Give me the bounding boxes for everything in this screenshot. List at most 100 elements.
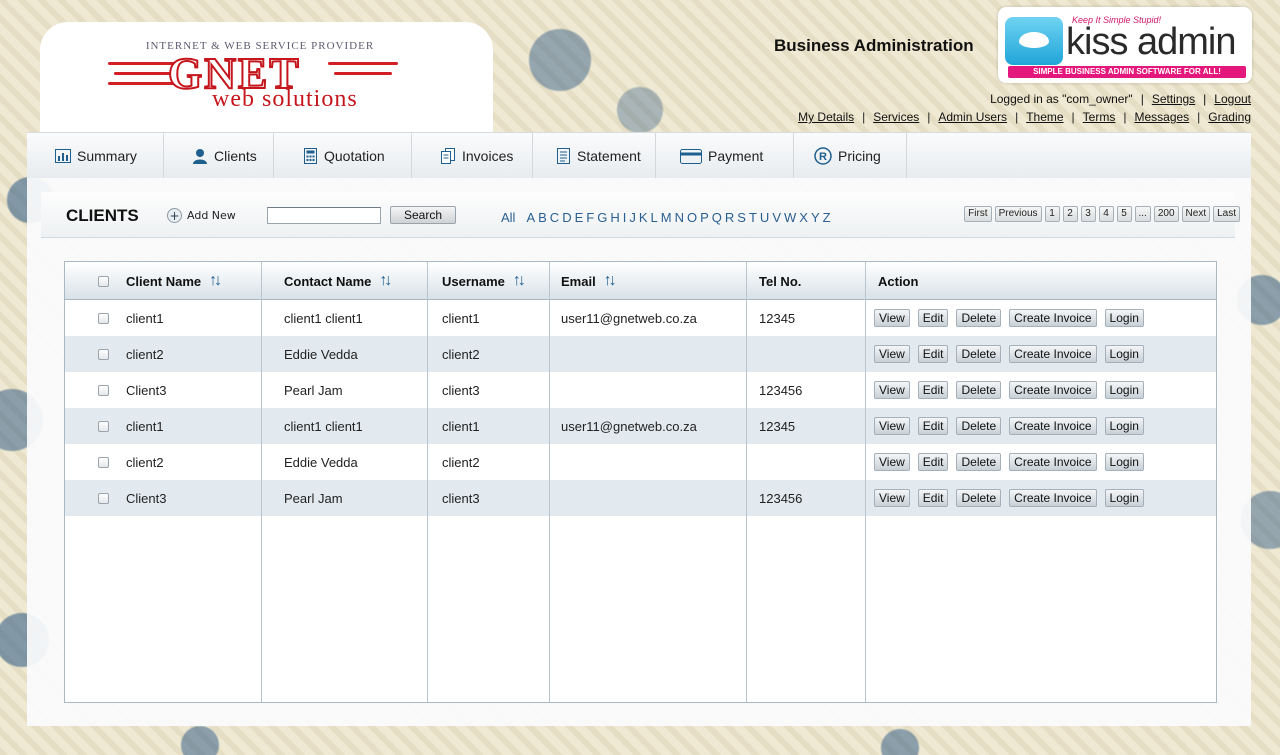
alpha-filter-i[interactable]: I — [623, 210, 627, 225]
tab-pricing[interactable]: R Pricing — [794, 133, 907, 179]
create-invoice-button[interactable]: Create Invoice — [1009, 417, 1097, 435]
col-username[interactable]: Username ↑↓ — [442, 262, 526, 300]
delete-button[interactable]: Delete — [956, 381, 1002, 399]
theme-link[interactable]: Theme — [1026, 110, 1063, 124]
alpha-filter-x[interactable]: X — [799, 210, 808, 225]
alpha-filter-l[interactable]: L — [651, 210, 658, 225]
alpha-filter-r[interactable]: R — [725, 210, 734, 225]
page-button[interactable]: 1 — [1044, 206, 1060, 222]
select-all-checkbox[interactable] — [98, 275, 109, 287]
view-button[interactable]: View — [874, 489, 910, 507]
sort-icon[interactable]: ↑↓ — [513, 272, 526, 290]
alpha-filter-u[interactable]: U — [760, 210, 769, 225]
row-checkbox[interactable] — [98, 420, 109, 432]
page-button[interactable]: 200 — [1153, 206, 1179, 222]
page-button[interactable]: ... — [1134, 206, 1151, 222]
create-invoice-button[interactable]: Create Invoice — [1009, 489, 1097, 507]
edit-button[interactable]: Edit — [917, 489, 949, 507]
terms-link[interactable]: Terms — [1083, 110, 1116, 124]
grading-link[interactable]: Grading — [1208, 110, 1251, 124]
col-email[interactable]: Email ↑↓ — [561, 262, 617, 300]
page-button[interactable]: 3 — [1080, 206, 1096, 222]
row-checkbox[interactable] — [98, 348, 109, 360]
delete-button[interactable]: Delete — [956, 489, 1002, 507]
edit-button[interactable]: Edit — [917, 381, 949, 399]
login-button[interactable]: Login — [1104, 489, 1144, 507]
row-checkbox[interactable] — [98, 384, 109, 396]
create-invoice-button[interactable]: Create Invoice — [1009, 309, 1097, 327]
logout-link[interactable]: Logout — [1214, 92, 1251, 106]
tab-clients[interactable]: Clients — [164, 133, 274, 179]
row-checkbox[interactable] — [98, 492, 109, 504]
create-invoice-button[interactable]: Create Invoice — [1009, 381, 1097, 399]
admin-users-link[interactable]: Admin Users — [938, 110, 1007, 124]
tab-invoices[interactable]: Invoices — [412, 133, 533, 179]
login-button[interactable]: Login — [1104, 453, 1144, 471]
search-button[interactable]: Search — [390, 206, 456, 224]
tab-statement[interactable]: Statement — [533, 133, 656, 179]
login-button[interactable]: Login — [1104, 417, 1144, 435]
alpha-filter-h[interactable]: H — [610, 210, 619, 225]
alpha-filter-z[interactable]: Z — [823, 210, 831, 225]
alpha-filter-o[interactable]: O — [687, 210, 697, 225]
view-button[interactable]: View — [874, 345, 910, 363]
delete-button[interactable]: Delete — [956, 345, 1002, 363]
sort-icon[interactable]: ↑↓ — [379, 272, 392, 290]
view-button[interactable]: View — [874, 453, 910, 471]
delete-button[interactable]: Delete — [956, 453, 1002, 471]
services-link[interactable]: Services — [873, 110, 919, 124]
alpha-filter-e[interactable]: E — [575, 210, 584, 225]
login-button[interactable]: Login — [1104, 345, 1144, 363]
page-button[interactable]: Last — [1213, 206, 1240, 222]
page-button[interactable]: 4 — [1098, 206, 1114, 222]
my-details-link[interactable]: My Details — [798, 110, 854, 124]
alpha-filter-q[interactable]: Q — [712, 210, 722, 225]
alpha-filter-a[interactable]: A — [526, 210, 535, 225]
tab-payment[interactable]: Payment — [656, 133, 794, 179]
search-input[interactable] — [267, 207, 381, 224]
edit-button[interactable]: Edit — [917, 309, 949, 327]
alpha-filter-t[interactable]: T — [749, 210, 757, 225]
page-button[interactable]: First — [964, 206, 992, 222]
edit-button[interactable]: Edit — [917, 345, 949, 363]
tab-summary[interactable]: Summary — [27, 133, 164, 179]
alpha-filter-s[interactable]: S — [737, 210, 746, 225]
page-button[interactable]: Next — [1181, 206, 1211, 222]
sort-icon[interactable]: ↑↓ — [604, 272, 617, 290]
add-new-button[interactable]: + Add New — [167, 208, 236, 223]
alpha-filter-f[interactable]: F — [586, 210, 594, 225]
view-button[interactable]: View — [874, 417, 910, 435]
login-button[interactable]: Login — [1104, 309, 1144, 327]
col-contact-name[interactable]: Contact Name ↑↓ — [284, 262, 392, 300]
messages-link[interactable]: Messages — [1134, 110, 1189, 124]
alpha-filter-c[interactable]: C — [550, 210, 559, 225]
edit-button[interactable]: Edit — [917, 417, 949, 435]
create-invoice-button[interactable]: Create Invoice — [1009, 345, 1097, 363]
settings-link[interactable]: Settings — [1152, 92, 1195, 106]
view-button[interactable]: View — [874, 309, 910, 327]
alpha-filter-p[interactable]: P — [700, 210, 709, 225]
delete-button[interactable]: Delete — [956, 309, 1002, 327]
sort-icon[interactable]: ↑↓ — [209, 272, 222, 290]
view-button[interactable]: View — [874, 381, 910, 399]
alpha-filter-j[interactable]: J — [629, 210, 636, 225]
alpha-filter-k[interactable]: K — [639, 210, 648, 225]
alpha-filter-d[interactable]: D — [562, 210, 571, 225]
login-button[interactable]: Login — [1104, 381, 1144, 399]
alpha-filter-all[interactable]: All — [501, 210, 515, 225]
alpha-filter-m[interactable]: M — [661, 210, 672, 225]
row-checkbox[interactable] — [98, 312, 109, 324]
create-invoice-button[interactable]: Create Invoice — [1009, 453, 1097, 471]
delete-button[interactable]: Delete — [956, 417, 1002, 435]
col-client-name[interactable]: Client Name ↑↓ — [126, 262, 222, 300]
page-button[interactable]: Previous — [994, 206, 1042, 222]
alpha-filter-b[interactable]: B — [538, 210, 547, 225]
edit-button[interactable]: Edit — [917, 453, 949, 471]
alpha-filter-g[interactable]: G — [597, 210, 607, 225]
alpha-filter-v[interactable]: V — [772, 210, 781, 225]
row-checkbox[interactable] — [98, 456, 109, 468]
page-button[interactable]: 5 — [1116, 206, 1132, 222]
alpha-filter-y[interactable]: Y — [811, 210, 820, 225]
alpha-filter-w[interactable]: W — [784, 210, 796, 225]
page-button[interactable]: 2 — [1062, 206, 1078, 222]
